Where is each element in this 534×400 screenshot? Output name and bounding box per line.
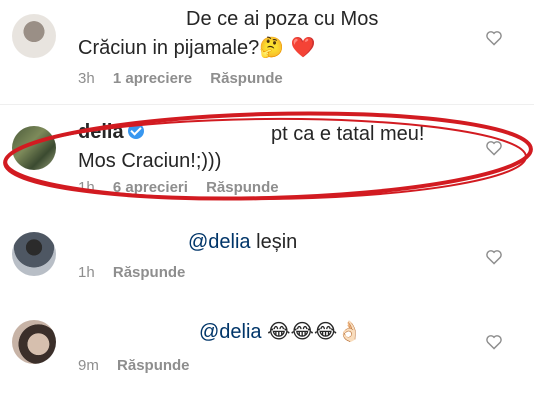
username[interactable]: delia bbox=[78, 121, 124, 143]
comment-text: Crăciun in pijamale?🤔 ❤️ bbox=[78, 35, 316, 59]
likes-count[interactable]: 1 apreciere bbox=[113, 70, 192, 87]
timestamp: 9m bbox=[78, 357, 99, 374]
comment-text: De ce ai poza cu Mos bbox=[186, 8, 379, 30]
heart-icon[interactable] bbox=[485, 140, 503, 156]
verified-badge-icon bbox=[127, 123, 144, 139]
timestamp: 3h bbox=[78, 70, 95, 87]
thinking-heart-emoji: 🤔 ❤️ bbox=[259, 35, 316, 59]
comment-meta: 9m Răspunde bbox=[78, 357, 204, 374]
timestamp: 1h bbox=[78, 264, 95, 281]
likes-count[interactable]: 6 aprecieri bbox=[113, 179, 188, 196]
comment-text: delia bbox=[78, 119, 144, 146]
avatar[interactable] bbox=[12, 126, 56, 170]
comment-text: pt ca e tatal meu! bbox=[271, 123, 425, 145]
avatar[interactable] bbox=[12, 232, 56, 276]
avatar[interactable] bbox=[12, 320, 56, 364]
heart-icon[interactable] bbox=[485, 30, 503, 46]
comment-meta: 1h 6 aprecieri Răspunde bbox=[78, 179, 293, 196]
reply-button[interactable]: Răspunde bbox=[117, 357, 190, 374]
heart-icon[interactable] bbox=[485, 334, 503, 350]
divider bbox=[0, 104, 534, 105]
mention-link[interactable]: @delia bbox=[199, 321, 262, 343]
timestamp: 1h bbox=[78, 179, 95, 196]
comment-meta: 1h Răspunde bbox=[78, 264, 199, 281]
avatar[interactable] bbox=[12, 14, 56, 58]
mention-link[interactable]: @delia bbox=[188, 231, 251, 253]
comment-text: Mos Craciun!;))) bbox=[78, 150, 222, 172]
comment-text: @delia leșin bbox=[188, 231, 298, 253]
laughing-ok-emoji: 😂😂😂👌🏻 bbox=[267, 319, 363, 343]
heart-icon[interactable] bbox=[485, 249, 503, 265]
comment-text: @delia 😂😂😂👌🏻 bbox=[199, 318, 362, 346]
reply-button[interactable]: Răspunde bbox=[210, 70, 283, 87]
comment-meta: 3h 1 apreciere Răspunde bbox=[78, 70, 297, 87]
reply-button[interactable]: Răspunde bbox=[206, 179, 279, 196]
reply-button[interactable]: Răspunde bbox=[113, 264, 186, 281]
